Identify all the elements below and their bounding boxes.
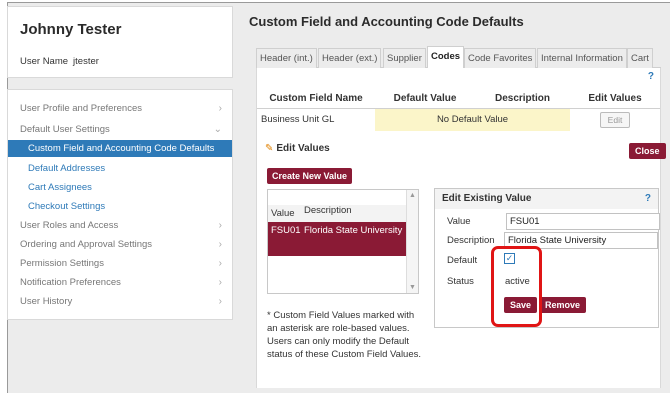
sidebar-item-user-history[interactable]: User History › <box>8 293 232 310</box>
help-icon[interactable]: ? <box>645 193 651 204</box>
chevron-down-icon: ⌄ <box>213 124 222 135</box>
value-list-header: Value Description <box>268 205 406 222</box>
chevron-right-icon: › <box>218 239 222 250</box>
user-full-name: Johnny Tester <box>20 21 122 38</box>
edit-cell: Edit <box>570 108 660 131</box>
sidebar-item-label: Default User Settings <box>20 124 110 135</box>
column-header-description: Description <box>475 90 570 109</box>
default-value-text: No Default Value <box>436 114 509 126</box>
sidebar-item-label: Permission Settings <box>20 258 104 269</box>
sidebar-item-ordering-approval[interactable]: Ordering and Approval Settings › <box>8 236 232 253</box>
sidebar-item-label: Ordering and Approval Settings <box>20 239 153 250</box>
sidebar-item-permission-settings[interactable]: Permission Settings › <box>8 255 232 272</box>
default-label: Default <box>447 255 478 266</box>
tab-codes[interactable]: Codes <box>427 46 465 69</box>
remove-button[interactable]: Remove <box>539 297 587 313</box>
edit-values-heading: ✎ Edit Values <box>265 143 330 154</box>
column-header-edit-values: Edit Values <box>570 90 660 109</box>
page-title: Custom Field and Accounting Code Default… <box>249 14 524 29</box>
sidebar-item-cart-assignees[interactable]: Cart Assignees <box>8 179 232 196</box>
scroll-up-icon[interactable]: ▲ <box>409 192 416 199</box>
help-icon[interactable]: ? <box>648 71 654 82</box>
tab-supplier[interactable]: Supplier <box>383 48 426 68</box>
pencil-icon: ✎ <box>265 143 274 154</box>
chevron-right-icon: › <box>218 220 222 231</box>
default-value-cell: No Default Value <box>375 108 570 131</box>
value-column-header: Value <box>271 208 295 219</box>
codes-panel: ? Custom Field Name Default Value Descri… <box>256 68 666 388</box>
sidebar-item-default-addresses[interactable]: Default Addresses <box>8 160 232 177</box>
sidebar-item-label: Notification Preferences <box>20 277 121 288</box>
value-cell: FSU01 <box>271 225 301 236</box>
edit-button[interactable]: Edit <box>599 111 631 128</box>
table-row: Business Unit GL No Default Value Edit <box>257 108 660 131</box>
sidebar-item-label: Default Addresses <box>28 163 106 174</box>
chevron-right-icon: › <box>218 296 222 307</box>
custom-field-name-cell: Business Unit GL <box>261 114 335 126</box>
sidebar-item-label: Checkout Settings <box>28 201 106 212</box>
sidebar-item-label: Cart Assignees <box>28 182 92 193</box>
value-label: Value <box>447 216 471 227</box>
tab-header-int[interactable]: Header (int.) <box>256 48 317 68</box>
close-button[interactable]: Close <box>629 143 666 159</box>
sidebar-item-user-profile[interactable]: User Profile and Preferences › <box>8 100 232 117</box>
custom-field-table: Custom Field Name Default Value Descript… <box>257 90 660 131</box>
tab-code-favorites[interactable]: Code Favorites <box>464 48 537 68</box>
sidebar-item-default-user-settings[interactable]: Default User Settings ⌄ <box>8 121 232 138</box>
description-cell: Florida State University <box>304 225 403 236</box>
column-header-default-value: Default Value <box>375 90 475 109</box>
chevron-right-icon: › <box>218 277 222 288</box>
chevron-right-icon: › <box>218 258 222 269</box>
user-card: Johnny Tester User Name jtester <box>7 6 233 78</box>
vertical-scrollbar[interactable]: ▲ ▼ <box>406 190 418 293</box>
tab-bar: Header (int.) Header (ext.) Supplier Cod… <box>256 45 661 69</box>
description-label: Description <box>447 235 495 246</box>
sidebar-item-label: Custom Field and Accounting Code Default… <box>28 143 215 154</box>
edit-existing-value-box: Edit Existing Value ? Value FSU01 Descri… <box>434 188 660 328</box>
tab-cart[interactable]: Cart <box>627 48 653 68</box>
tab-header-ext[interactable]: Header (ext.) <box>318 48 382 68</box>
chevron-right-icon: › <box>218 103 222 114</box>
username-label: User Name <box>20 56 69 67</box>
sidebar-item-notification-preferences[interactable]: Notification Preferences › <box>8 274 232 291</box>
callout-highlight <box>491 246 542 327</box>
tab-internal-information[interactable]: Internal Information <box>537 48 627 68</box>
sidebar-item-label: User Profile and Preferences <box>20 103 142 114</box>
sidebar-item-label: User Roles and Access <box>20 220 119 231</box>
status-label: Status <box>447 276 474 287</box>
sidebar-item-checkout-settings[interactable]: Checkout Settings <box>8 198 232 215</box>
column-header-custom-field-name: Custom Field Name <box>257 90 375 109</box>
edit-existing-heading: Edit Existing Value <box>435 189 658 209</box>
sidebar-item-user-roles[interactable]: User Roles and Access › <box>8 217 232 234</box>
create-new-value-button[interactable]: Create New Value <box>267 168 353 184</box>
username-row: User Name jtester <box>20 56 99 67</box>
sidebar-item-label: User History <box>20 296 73 307</box>
role-based-note: * Custom Field Values marked with an ast… <box>267 310 422 360</box>
edit-values-label: Edit Values <box>276 143 330 154</box>
list-item[interactable]: FSU01 Florida State University <box>268 222 406 256</box>
sidebar-item-custom-field-defaults[interactable]: Custom Field and Accounting Code Default… <box>8 140 232 157</box>
scroll-down-icon[interactable]: ▼ <box>409 284 416 291</box>
description-column-header: Description <box>304 205 352 216</box>
value-list: Value Description FSU01 Florida State Un… <box>267 189 419 294</box>
username-value: jtester <box>73 56 99 67</box>
value-field[interactable]: FSU01 <box>506 213 660 230</box>
settings-menu: User Profile and Preferences › Default U… <box>7 89 233 320</box>
